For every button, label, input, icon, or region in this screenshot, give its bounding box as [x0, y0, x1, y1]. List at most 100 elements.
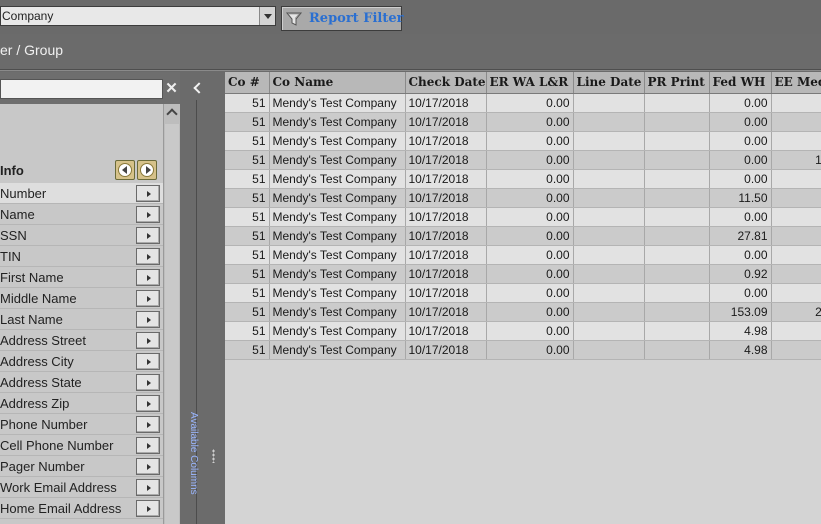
column-header[interactable]: Co Name: [269, 72, 406, 94]
add-field-arrow-button[interactable]: [136, 353, 160, 370]
add-field-arrow-button[interactable]: [136, 206, 160, 223]
table-cell: Mendy's Test Company: [269, 245, 406, 265]
table-row[interactable]: 51 Mendy's Test Company 10/17/2018 0.00 0.00…: [225, 283, 821, 303]
section-header: Info: [0, 159, 163, 181]
table-row[interactable]: 51 Mendy's Test Company 10/17/2018 0.00 0.00…: [225, 207, 821, 227]
field-label: Last Name: [0, 312, 63, 327]
table-cell: 0.00: [486, 321, 574, 341]
field-label: Cell Phone Number: [0, 438, 114, 453]
field-list-item[interactable]: Pager Number: [0, 456, 163, 477]
add-field-arrow-button[interactable]: [136, 479, 160, 496]
table-cell: 7.5: [771, 321, 821, 341]
field-list-item[interactable]: Phone Number: [0, 414, 163, 435]
add-field-arrow-button[interactable]: [136, 227, 160, 244]
table-row[interactable]: 51 Mendy's Test Company 10/17/2018 0.00 27.8…: [225, 226, 821, 246]
add-field-arrow-button[interactable]: [136, 311, 160, 328]
field-list-item[interactable]: Cell Phone Number: [0, 435, 163, 456]
table-row[interactable]: 51 Mendy's Test Company 10/17/2018 0.00 0.00…: [225, 131, 821, 151]
scrollbar-thumb[interactable]: [165, 124, 179, 524]
field-list-item[interactable]: Last Name: [0, 309, 163, 330]
table-row[interactable]: 51 Mendy's Test Company 10/17/2018 0.00 0.00…: [225, 169, 821, 189]
add-field-arrow-button[interactable]: [136, 374, 160, 391]
field-label: TIN: [0, 249, 21, 264]
table-row[interactable]: 51 Mendy's Test Company 10/17/2018 0.00 0.00…: [225, 112, 821, 132]
field-list-item[interactable]: Number: [0, 183, 163, 204]
field-list-item[interactable]: Address State: [0, 372, 163, 393]
chevron-up-icon[interactable]: [164, 104, 180, 122]
table-cell: 7.5: [771, 340, 821, 360]
table-row[interactable]: 51 Mendy's Test Company 10/17/2018 0.00 4.98…: [225, 340, 821, 360]
field-list-item[interactable]: First Name: [0, 267, 163, 288]
add-field-arrow-button[interactable]: [136, 290, 160, 307]
table-cell: [573, 264, 645, 284]
field-list-item[interactable]: Home Email Address: [0, 498, 163, 519]
table-row[interactable]: 51 Mendy's Test Company 10/17/2018 0.00 11.5…: [225, 188, 821, 208]
table-row[interactable]: 51 Mendy's Test Company 10/17/2018 0.00 0.92…: [225, 264, 821, 284]
company-select[interactable]: Company: [0, 6, 276, 26]
drag-handle-icon[interactable]: [212, 449, 215, 463]
close-icon[interactable]: ✕: [163, 79, 180, 99]
table-row[interactable]: 51 Mendy's Test Company 10/17/2018 0.00 153.…: [225, 302, 821, 322]
table-row[interactable]: 51 Mendy's Test Company 10/17/2018 0.00 4.98…: [225, 321, 821, 341]
add-field-arrow-button[interactable]: [136, 437, 160, 454]
table-row[interactable]: 51 Mendy's Test Company 10/17/2018 0.00 0.00…: [225, 93, 821, 113]
column-header[interactable]: Co #: [225, 72, 270, 94]
field-list-item[interactable]: Address Zip: [0, 393, 163, 414]
field-list-item[interactable]: Name: [0, 204, 163, 225]
field-list-item[interactable]: Address City: [0, 351, 163, 372]
company-select-value: Company: [2, 9, 54, 23]
add-field-arrow-button[interactable]: [136, 416, 160, 433]
table-cell: 51: [225, 150, 270, 170]
table-cell: [644, 302, 710, 322]
panel-splitter[interactable]: Available Columns: [180, 72, 225, 524]
field-list-item[interactable]: Address Street: [0, 330, 163, 351]
table-row[interactable]: 51 Mendy's Test Company 10/17/2018 0.00 0.00…: [225, 245, 821, 265]
field-list-item[interactable]: Work Email Address: [0, 477, 163, 498]
table-cell: 51: [225, 283, 270, 303]
add-field-arrow-button[interactable]: [136, 458, 160, 475]
table-cell: 0.00: [486, 112, 574, 132]
field-list-item[interactable]: SSN: [0, 225, 163, 246]
table-cell: 51: [225, 321, 270, 341]
column-header[interactable]: Fed WH: [709, 72, 772, 94]
next-section-button[interactable]: [137, 160, 157, 180]
table-cell: Mendy's Test Company: [269, 93, 406, 113]
table-cell: [573, 245, 645, 265]
column-header[interactable]: Check Date: [405, 72, 487, 94]
field-list-item[interactable]: Middle Name: [0, 288, 163, 309]
add-field-arrow-button[interactable]: [136, 395, 160, 412]
table-cell: Mendy's Test Company: [269, 131, 406, 151]
table-cell: 0.0: [771, 169, 821, 189]
field-label: Work Email Address: [0, 480, 117, 495]
add-field-arrow-button[interactable]: [136, 332, 160, 349]
available-columns-label[interactable]: Available Columns: [188, 412, 199, 495]
table-cell: Mendy's Test Company: [269, 226, 406, 246]
table-cell: 6.4: [771, 188, 821, 208]
scrollbar[interactable]: [163, 104, 180, 524]
add-field-arrow-button[interactable]: [136, 500, 160, 517]
report-filter-button[interactable]: Report Filter: [281, 6, 403, 31]
table-row[interactable]: 51 Mendy's Test Company 10/17/2018 0.00 0.00…: [225, 150, 821, 170]
column-header[interactable]: PR Print: [644, 72, 710, 94]
table-cell: [573, 150, 645, 170]
table-cell: 10.1: [771, 150, 821, 170]
table-cell: Mendy's Test Company: [269, 112, 406, 132]
field-list-item[interactable]: TIN: [0, 246, 163, 267]
table-cell: [644, 283, 710, 303]
column-header[interactable]: Line Date: [573, 72, 645, 94]
table-header-row: Co # Co Name Check Date ER WA L&R Line Date P…: [225, 72, 821, 94]
add-field-arrow-button[interactable]: [136, 269, 160, 286]
search-input[interactable]: [0, 79, 163, 99]
table-cell: 10/17/2018: [405, 340, 487, 360]
column-header[interactable]: EE Med: [771, 72, 821, 94]
chevron-left-icon[interactable]: [191, 81, 203, 95]
previous-section-button[interactable]: [115, 160, 135, 180]
table-cell: 0.00: [486, 131, 574, 151]
add-field-arrow-button[interactable]: [136, 248, 160, 265]
table-cell: 0.00: [486, 188, 574, 208]
chevron-down-icon[interactable]: [259, 7, 275, 25]
table-cell: [644, 321, 710, 341]
column-header[interactable]: ER WA L&R: [486, 72, 574, 94]
add-field-arrow-button[interactable]: [136, 185, 160, 202]
table-cell: 4.98: [709, 340, 772, 360]
